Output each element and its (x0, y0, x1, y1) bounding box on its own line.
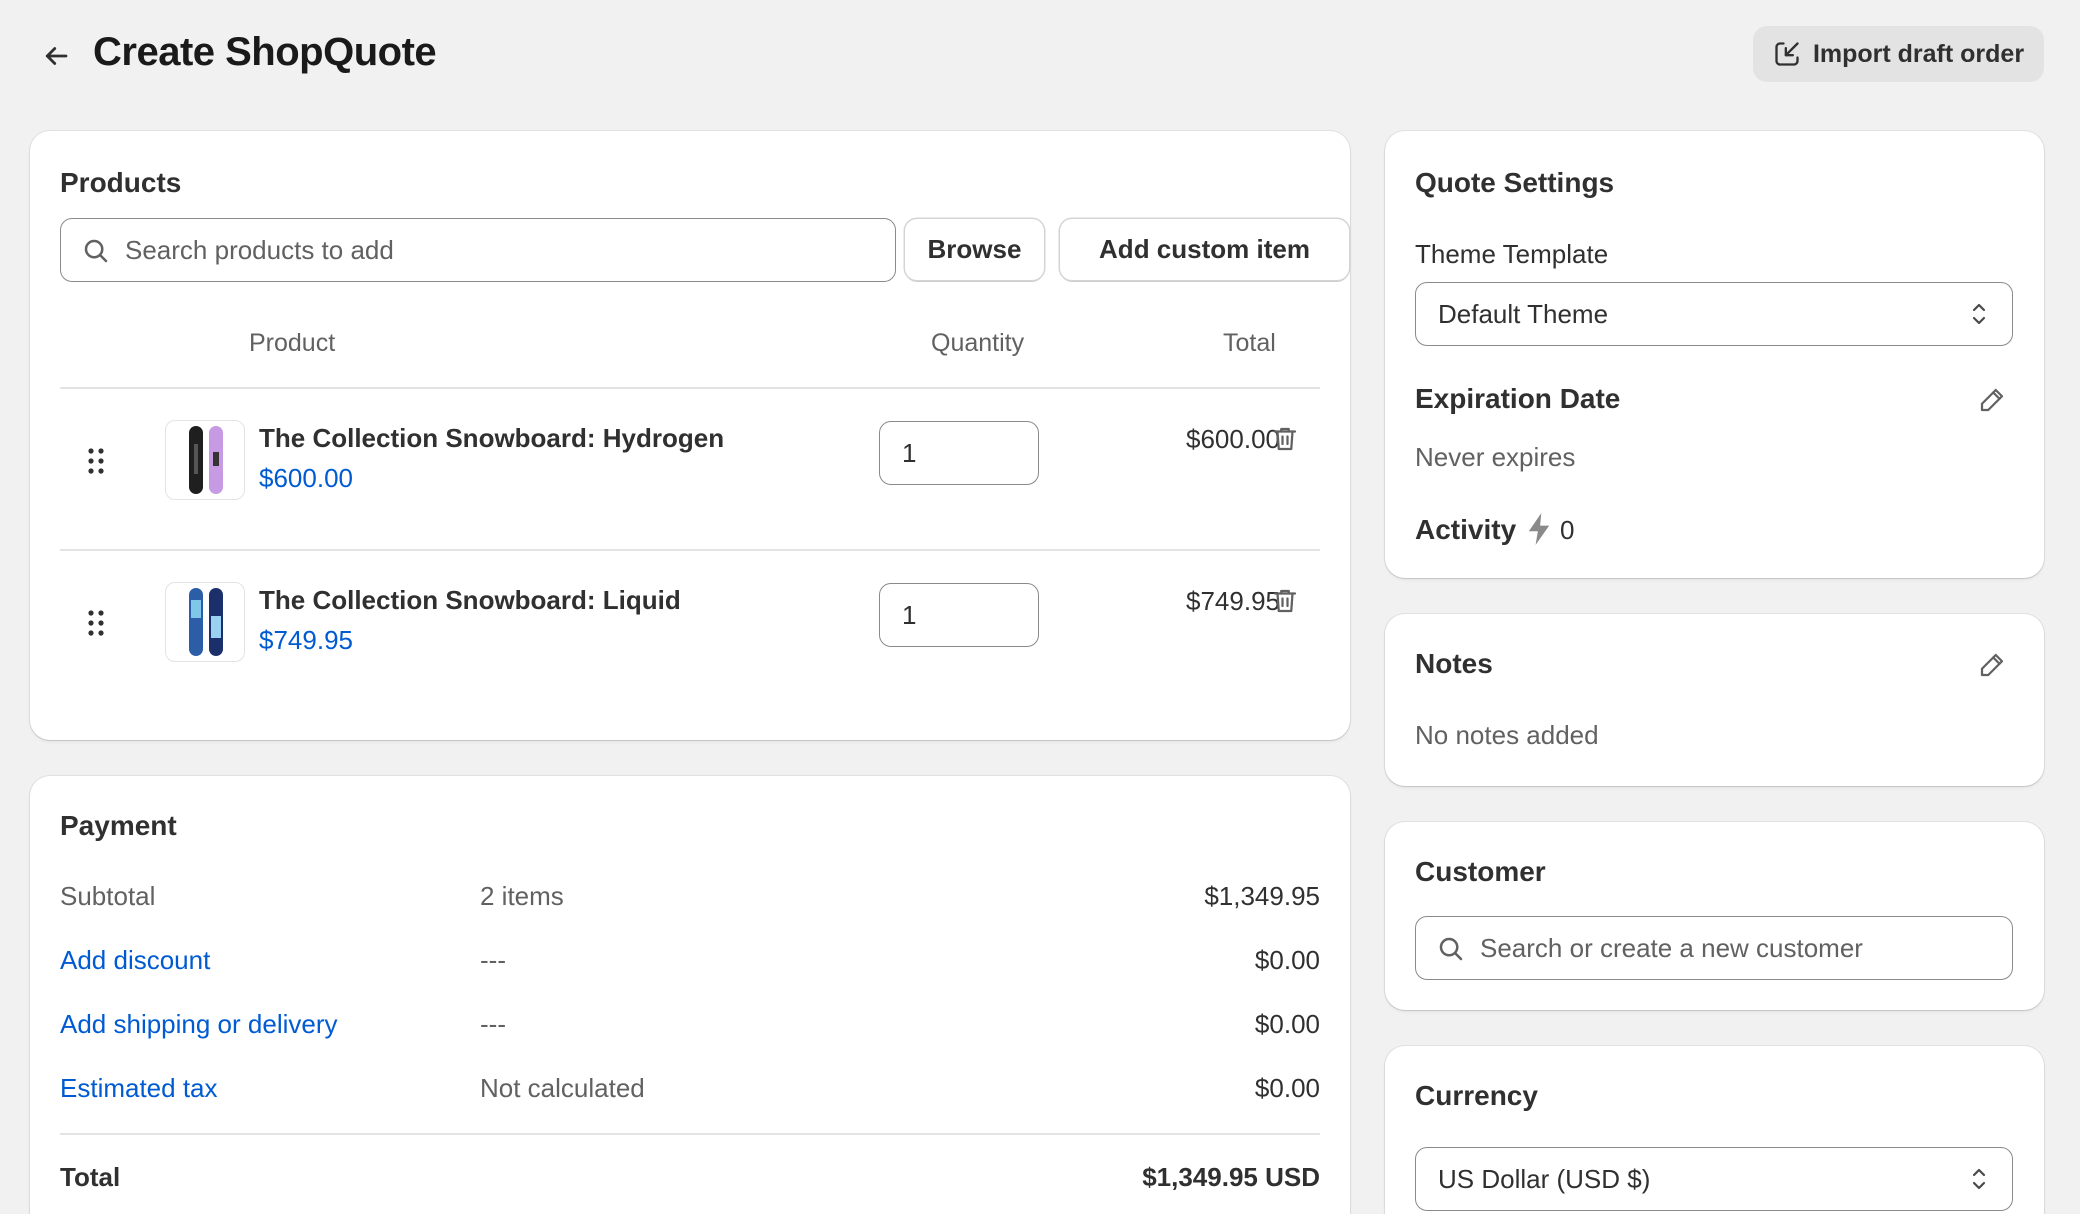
search-icon (84, 239, 108, 263)
payment-title: Payment (60, 810, 177, 841)
customer-card: Customer Search or create a new customer (1385, 822, 2044, 1010)
quote-settings-title: Quote Settings (1415, 167, 1615, 198)
estimated-tax-link[interactable]: Estimated tax (60, 1073, 218, 1104)
quantity-input[interactable]: 1 (879, 421, 1039, 485)
arrow-left-icon (45, 47, 68, 65)
total-label: Total (60, 1162, 121, 1192)
currency-title: Currency (1415, 1080, 1538, 1111)
theme-template-label: Theme Template (1415, 239, 1609, 269)
drag-handle-icon[interactable] (86, 446, 106, 476)
table-header-divider (60, 387, 1320, 389)
import-draft-order-button[interactable]: Import draft order (1753, 26, 2044, 82)
subtotal-amount: $1,349.95 (1204, 881, 1320, 911)
activity-label: Activity (1415, 514, 1517, 545)
theme-template-select[interactable]: Default Theme (1415, 282, 2013, 346)
trash-icon[interactable] (1270, 424, 1300, 454)
product-unit-price: $600.00 (259, 463, 353, 493)
payment-divider (60, 1133, 1320, 1135)
discount-detail: --- (480, 945, 506, 975)
customer-search-placeholder: Search or create a new customer (1480, 932, 1863, 963)
products-card: Products Search products to add Browse A… (30, 131, 1350, 740)
product-search-placeholder: Search products to add (125, 234, 394, 265)
lightning-icon (1528, 513, 1550, 545)
theme-template-value: Default Theme (1438, 298, 1609, 329)
expiration-date-value: Never expires (1415, 442, 1576, 472)
pencil-icon (1980, 388, 2004, 412)
column-header-total: Total (1223, 329, 1276, 357)
tax-detail: Not calculated (480, 1073, 645, 1103)
notes-card: Notes No notes added (1385, 614, 2044, 786)
product-name[interactable]: The Collection Snowboard: Liquid (259, 585, 681, 616)
page-title: Create ShopQuote (93, 30, 437, 74)
line-total: $749.95 (1186, 586, 1280, 616)
import-icon (1775, 42, 1799, 66)
pencil-icon (1980, 653, 2004, 677)
add-shipping-link[interactable]: Add shipping or delivery (60, 1009, 338, 1040)
product-unit-price: $749.95 (259, 625, 353, 655)
subtotal-label: Subtotal (60, 881, 156, 911)
column-header-quantity: Quantity (931, 329, 1025, 357)
add-custom-item-button[interactable]: Add custom item (1060, 219, 1349, 280)
browse-button[interactable]: Browse (905, 219, 1044, 280)
notes-value: No notes added (1415, 720, 1599, 750)
import-draft-order-label: Import draft order (1812, 39, 2025, 68)
row-divider (60, 549, 1320, 551)
add-discount-link[interactable]: Add discount (60, 945, 210, 976)
select-chevron-icon (1972, 303, 1986, 325)
product-search-input[interactable]: Search products to add (60, 218, 896, 282)
quantity-input[interactable]: 1 (879, 583, 1039, 647)
tax-amount: $0.00 (1254, 1073, 1320, 1103)
customer-title: Customer (1415, 856, 1546, 887)
total-amount: $1,349.95 USD (1142, 1162, 1320, 1192)
back-button[interactable] (36, 36, 76, 76)
drag-handle-icon[interactable] (86, 608, 106, 638)
currency-card: Currency US Dollar (USD $) (1385, 1046, 2044, 1214)
shipping-amount: $0.00 (1254, 1009, 1320, 1039)
product-name[interactable]: The Collection Snowboard: Hydrogen (259, 423, 724, 454)
product-thumbnail-hydrogen (165, 420, 245, 500)
quote-settings-card: Quote Settings Theme Template Default Th… (1385, 131, 2044, 578)
product-thumbnail-liquid (165, 582, 245, 662)
edit-notes-button[interactable] (1975, 648, 2009, 682)
snowboard-image (189, 588, 223, 656)
customer-search-input[interactable]: Search or create a new customer (1415, 916, 2013, 980)
payment-card: Payment Subtotal 2 items $1,349.95 Add d… (30, 776, 1350, 1214)
search-icon (1439, 937, 1463, 961)
activity-count: 0 (1560, 515, 1575, 545)
notes-title: Notes (1415, 648, 1493, 679)
currency-value: US Dollar (USD $) (1438, 1163, 1651, 1194)
column-header-product: Product (249, 329, 336, 357)
expiration-date-label: Expiration Date (1415, 383, 1621, 414)
snowboard-image (189, 426, 223, 494)
products-title: Products (60, 167, 182, 198)
select-chevron-icon (1972, 1168, 1986, 1190)
line-total: $600.00 (1186, 424, 1280, 454)
edit-expiration-button[interactable] (1975, 383, 2009, 417)
shipping-detail: --- (480, 1009, 506, 1039)
currency-select[interactable]: US Dollar (USD $) (1415, 1147, 2013, 1211)
subtotal-detail: 2 items (480, 881, 564, 911)
discount-amount: $0.00 (1254, 945, 1320, 975)
trash-icon[interactable] (1270, 586, 1300, 616)
